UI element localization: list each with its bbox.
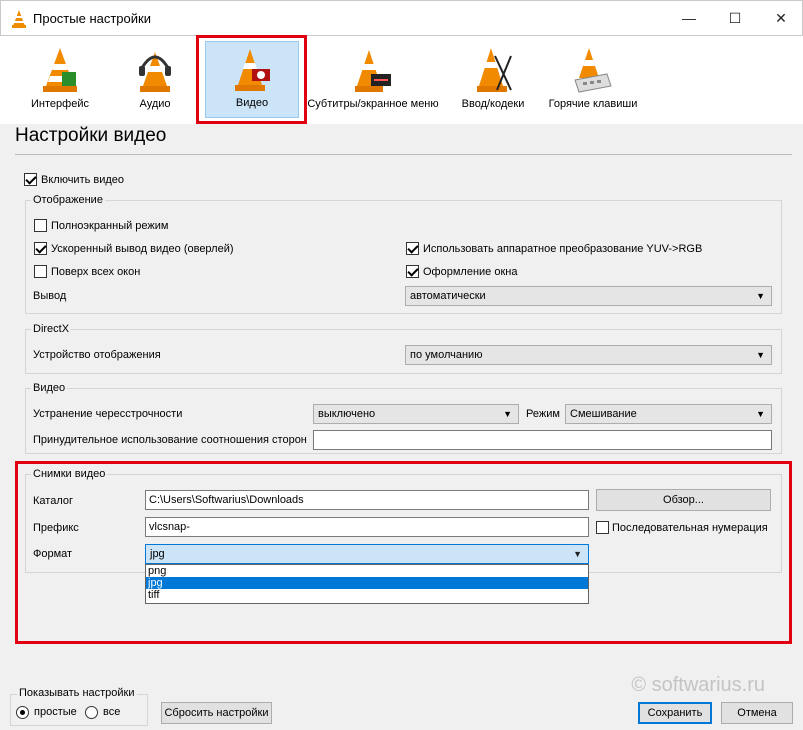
video-tab-highlight: [196, 35, 307, 124]
output-value: автоматически: [410, 290, 486, 302]
tab-label: Аудио: [139, 98, 171, 110]
tab-subtitles[interactable]: Субтитры/экранное меню: [306, 36, 440, 124]
display-device-value: по умолчанию: [410, 349, 483, 361]
maximize-button[interactable]: ☐: [712, 1, 758, 36]
cone-interface-icon: [43, 48, 77, 92]
browse-button[interactable]: Обзор...: [596, 489, 771, 511]
cancel-button[interactable]: Отмена: [721, 702, 793, 724]
sequential-numbering-label: Последовательная нумерация: [612, 522, 768, 534]
tab-hotkeys[interactable]: Горячие клавиши: [544, 36, 642, 124]
sequential-numbering-checkbox[interactable]: [596, 521, 609, 534]
tab-codecs[interactable]: Ввод/кодеки: [450, 36, 536, 124]
format-option-jpg[interactable]: jpg: [146, 577, 588, 589]
all-label: все: [103, 706, 121, 718]
prefix-input[interactable]: vlcsnap-: [145, 517, 589, 537]
format-option-tiff[interactable]: tiff: [146, 589, 588, 601]
all-radio[interactable]: [85, 706, 98, 719]
chevron-down-icon: ▼: [756, 409, 765, 419]
fullscreen-checkbox[interactable]: [34, 219, 47, 232]
cone-keyboard-icon: [574, 48, 612, 93]
deinterlace-label: Устранение чересстрочности: [33, 408, 183, 420]
page-title: Настройки видео: [15, 125, 167, 146]
chevron-down-icon: ▼: [573, 549, 582, 559]
title-bar: Простые настройки — ☐ ✕: [0, 0, 803, 36]
window-title: Простые настройки: [33, 11, 151, 26]
window-decorations-label: Оформление окна: [423, 266, 518, 278]
snapshot-group-title: Снимки видео: [31, 468, 108, 480]
mode-value: Смешивание: [570, 408, 637, 420]
directx-group-title: DirectX: [31, 323, 72, 335]
close-button[interactable]: ✕: [758, 1, 803, 36]
cone-headphones-icon: [139, 52, 171, 92]
tab-label: Горячие клавиши: [548, 98, 638, 110]
mode-label: Режим: [526, 408, 560, 420]
vlc-cone-icon: [12, 10, 26, 28]
output-select[interactable]: автоматически ▼: [405, 286, 772, 306]
format-dropdown-list: png jpg tiff: [145, 564, 589, 604]
header-divider: [15, 154, 792, 155]
category-toolbar: Интерфейс Аудио Видео Субтитры/экранное …: [0, 36, 803, 124]
tab-interface[interactable]: Интерфейс: [14, 36, 106, 124]
directory-input[interactable]: C:\Users\Softwarius\Downloads: [145, 490, 589, 510]
format-select[interactable]: jpg ▼: [145, 544, 589, 564]
yuv-label: Использовать аппаратное преобразование Y…: [423, 243, 703, 255]
display-group-title: Отображение: [31, 194, 105, 206]
window-decorations-checkbox[interactable]: [406, 265, 419, 278]
format-option-png[interactable]: png: [146, 565, 588, 577]
cone-codecs-icon: [477, 48, 512, 92]
yuv-checkbox[interactable]: [406, 242, 419, 255]
output-label: Вывод: [33, 290, 67, 302]
mode-select[interactable]: Смешивание ▼: [565, 404, 772, 424]
minimize-button[interactable]: —: [666, 1, 712, 36]
fullscreen-label: Полноэкранный режим: [51, 220, 169, 232]
format-value: jpg: [150, 548, 165, 560]
watermark: © softwarius.ru: [631, 674, 765, 696]
show-settings-title: Показывать настройки: [17, 687, 137, 699]
tab-label: Субтитры/экранное меню: [307, 98, 439, 110]
chevron-down-icon: ▼: [756, 291, 765, 301]
video-group-title: Видео: [31, 382, 68, 394]
reset-settings-button[interactable]: Сбросить настройки: [161, 702, 272, 724]
display-device-label: Устройство отображения: [33, 349, 161, 361]
aspect-ratio-label: Принудительное использование соотношения…: [33, 434, 307, 446]
tab-label: Ввод/кодеки: [461, 98, 525, 110]
save-button[interactable]: Сохранить: [638, 702, 712, 724]
simple-radio[interactable]: [16, 706, 29, 719]
aspect-ratio-input[interactable]: [313, 430, 772, 450]
simple-label: простые: [34, 706, 77, 718]
overlay-label: Ускоренный вывод видео (оверлей): [51, 243, 234, 255]
overlay-checkbox[interactable]: [34, 242, 47, 255]
format-label: Формат: [33, 548, 73, 560]
deinterlace-select[interactable]: выключено ▼: [313, 404, 519, 424]
always-on-top-label: Поверх всех окон: [51, 266, 141, 278]
always-on-top-checkbox[interactable]: [34, 265, 47, 278]
enable-video-checkbox[interactable]: [24, 173, 37, 186]
display-device-select[interactable]: по умолчанию ▼: [405, 345, 772, 365]
chevron-down-icon: ▼: [756, 350, 765, 360]
tab-label: Интерфейс: [31, 98, 89, 110]
deinterlace-value: выключено: [318, 408, 376, 420]
directory-label: Каталог: [33, 495, 73, 507]
prefix-label: Префикс: [33, 522, 79, 534]
enable-video-label: Включить видео: [41, 174, 125, 186]
cone-subtitles-icon: [355, 50, 391, 92]
chevron-down-icon: ▼: [503, 409, 512, 419]
tab-audio[interactable]: Аудио: [110, 36, 200, 124]
